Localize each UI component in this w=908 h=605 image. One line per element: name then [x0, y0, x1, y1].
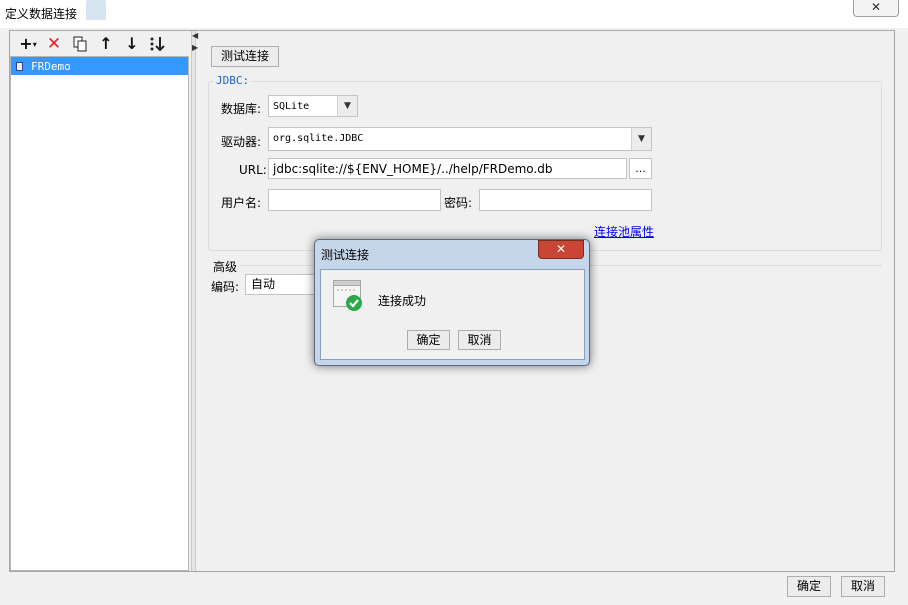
collapse-left-icon[interactable]: ◀: [192, 31, 198, 40]
database-icon: [16, 61, 23, 71]
url-label: URL:: [239, 163, 267, 177]
list-toolbar: +▾ ✕ ↑ ↓: [10, 31, 190, 56]
copy-connection-button[interactable]: [68, 33, 92, 55]
popup-ok-button[interactable]: 确定: [407, 330, 450, 350]
connection-pool-link[interactable]: 连接池属性: [594, 223, 654, 240]
popup-message: 连接成功: [378, 294, 427, 308]
data-connection-dialog: 定义数据连接 ✕ +▾ ✕ ↑ ↓ FRDemo ◀ ▶ 测试连接 JDBC: …: [0, 0, 908, 605]
window-close-button[interactable]: ✕: [853, 0, 899, 17]
jdbc-group-title: JDBC:: [214, 74, 252, 87]
chevron-down-icon[interactable]: ▼: [631, 128, 651, 150]
database-select[interactable]: SQLite ▼: [268, 95, 358, 117]
username-label: 用户名:: [221, 196, 262, 210]
success-check-icon: [333, 280, 362, 311]
password-label: 密码:: [444, 196, 473, 210]
connection-name: FRDemo: [31, 59, 71, 73]
add-connection-button[interactable]: +▾: [16, 33, 40, 55]
test-connection-popup: 测试连接 ✕ 连接成功 确定 取消: [314, 239, 590, 366]
ok-button[interactable]: 确定: [787, 576, 831, 597]
collapse-right-icon[interactable]: ▶: [192, 43, 198, 52]
url-browse-button[interactable]: ...: [629, 158, 652, 179]
popup-title: 测试连接: [321, 248, 370, 262]
arrow-down-icon: ↓: [125, 34, 139, 53]
sort-icon: [150, 36, 165, 51]
move-up-button[interactable]: ↑: [94, 33, 118, 55]
driver-label: 驱动器:: [221, 135, 262, 149]
background-app-icon: [86, 0, 106, 20]
split-pane-divider[interactable]: ◀ ▶: [191, 31, 198, 571]
window-title: 定义数据连接: [5, 7, 78, 21]
plus-dropdown-icon: +▾: [19, 34, 37, 53]
password-input[interactable]: [479, 189, 652, 211]
delete-connection-button[interactable]: ✕: [42, 33, 66, 55]
username-input[interactable]: [268, 189, 441, 211]
popup-cancel-button[interactable]: 取消: [458, 330, 501, 350]
database-value: SQLite: [273, 101, 310, 112]
chevron-down-icon[interactable]: ▼: [337, 96, 357, 116]
driver-value: org.sqlite.JDBC: [273, 133, 364, 144]
copy-icon: [73, 36, 87, 51]
driver-select[interactable]: org.sqlite.JDBC ▼: [268, 127, 652, 151]
title-bar: 定义数据连接 ✕: [0, 0, 908, 28]
connection-list-pane: +▾ ✕ ↑ ↓ FRDemo: [10, 31, 190, 571]
list-item[interactable]: FRDemo: [11, 57, 188, 75]
sort-button[interactable]: [146, 33, 170, 55]
arrow-up-icon: ↑: [99, 34, 113, 53]
test-connection-button[interactable]: 测试连接: [211, 46, 279, 67]
advanced-section-title: 高级: [213, 260, 238, 274]
popup-close-button[interactable]: ✕: [538, 240, 584, 259]
connection-list: FRDemo: [10, 56, 189, 571]
red-x-icon: ✕: [46, 33, 62, 54]
database-label: 数据库:: [221, 102, 262, 116]
move-down-button[interactable]: ↓: [120, 33, 144, 55]
url-input[interactable]: jdbc:sqlite://${ENV_HOME}/../help/FRDemo…: [268, 158, 627, 179]
encoding-label: 编码:: [211, 280, 240, 294]
cancel-button[interactable]: 取消: [841, 576, 885, 597]
encoding-select[interactable]: 自动: [245, 274, 317, 295]
popup-body: 连接成功 确定 取消: [320, 269, 585, 360]
